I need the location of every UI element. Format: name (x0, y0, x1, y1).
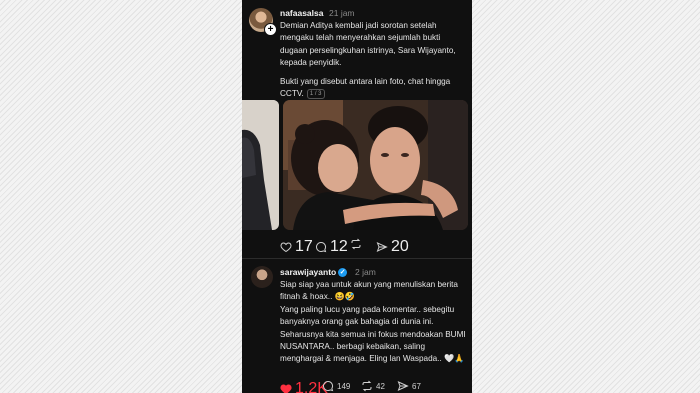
carousel-image-previous[interactable] (242, 100, 279, 230)
post-paragraph-2: Bukti yang disebut antara lain foto, cha… (280, 76, 468, 101)
threads-feed: + nafaasalsa 21 jam Demian Aditya kembal… (242, 0, 472, 393)
post-paragraph-text: Bukti yang disebut antara lain foto, cha… (280, 76, 451, 99)
post-username[interactable]: sarawijayanto ✓ (280, 267, 348, 278)
repost-action[interactable] (350, 238, 365, 250)
repost-action[interactable]: 42 (361, 380, 385, 392)
repost-icon (350, 238, 362, 250)
heart-icon (280, 241, 292, 253)
heart-filled-icon (280, 383, 292, 393)
carousel-image-couple-photo[interactable] (283, 100, 468, 230)
share-count: 20 (391, 238, 409, 255)
share-action[interactable]: 20 (376, 238, 409, 256)
carousel-pager: 1 / 3 (306, 88, 325, 99)
post-username[interactable]: nafaasalsa (280, 8, 323, 18)
post-paragraph-2: Yang paling lucu yang pada komentar.. se… (280, 304, 455, 327)
follow-plus-icon[interactable]: + (264, 23, 277, 36)
post-divider (242, 258, 472, 259)
repost-icon (361, 380, 373, 392)
verified-badge-icon: ✓ (338, 268, 348, 278)
post-paragraph: Siap siap yaa untuk akun yang menuliskan… (280, 280, 458, 302)
repost-count: 42 (376, 381, 385, 391)
post-paragraph-3: Seharusnya kita semua ini fokus mendoaka… (280, 329, 466, 364)
avatar[interactable] (251, 266, 273, 288)
post-time: 21 jam (329, 8, 355, 18)
comment-icon (315, 241, 327, 253)
post-text: Demian Aditya kembali jadi sorotan setel… (280, 20, 468, 100)
comment-count: 12 (330, 238, 348, 255)
share-count: 67 (412, 381, 421, 391)
comment-count: 149 (337, 381, 351, 391)
post-time: 2 jam (355, 267, 376, 277)
comment-icon (322, 380, 334, 392)
like-action[interactable]: 17 (280, 238, 313, 256)
share-action[interactable]: 67 (397, 380, 421, 392)
post-nafaasalsa: + nafaasalsa 21 jam Demian Aditya kembal… (242, 0, 472, 258)
like-action[interactable]: 1,2K (280, 380, 328, 393)
post-paragraph: Demian Aditya kembali jadi sorotan setel… (280, 21, 456, 68)
share-icon (397, 380, 409, 392)
share-icon (376, 241, 388, 253)
post-text: Siap siap yaa untuk akun yang menuliskan… (280, 279, 468, 366)
comment-action[interactable]: 12 (315, 238, 348, 256)
like-count: 17 (295, 238, 313, 255)
username-text: sarawijayanto (280, 267, 337, 277)
comment-action[interactable]: 149 (322, 380, 350, 392)
